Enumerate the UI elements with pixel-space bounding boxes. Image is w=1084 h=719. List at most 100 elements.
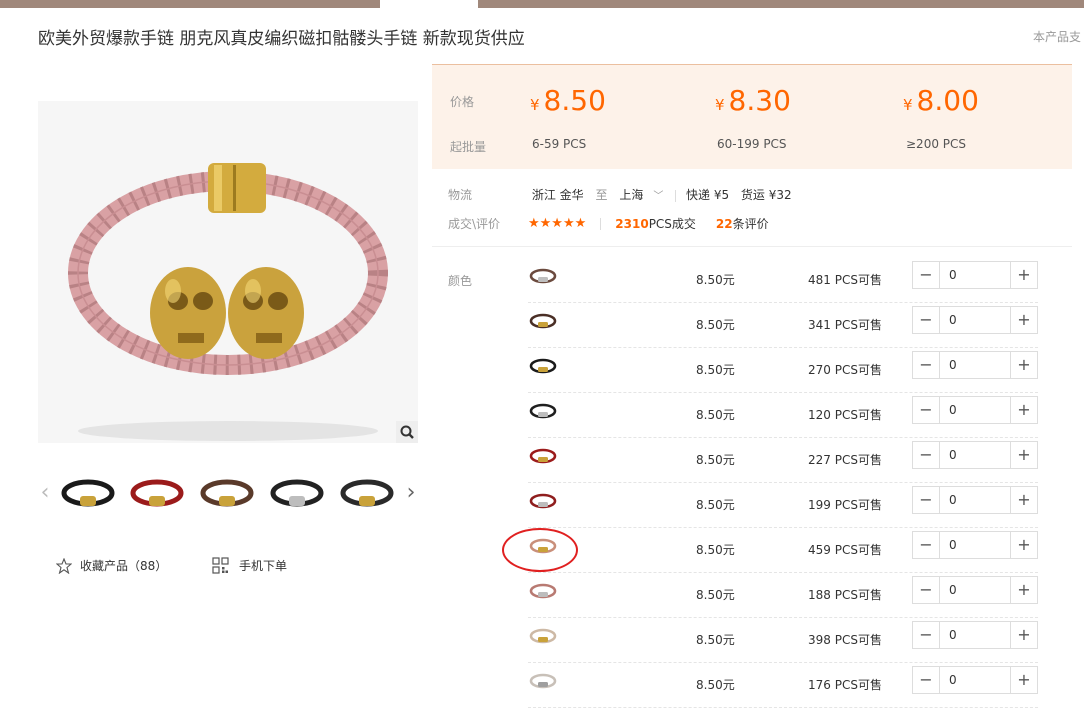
variant-row: 8.50元 481 PCS可售 −0 +	[528, 257, 1038, 303]
quantity-stepper: −0 +	[912, 576, 1038, 604]
quantity-input[interactable]: 0	[949, 673, 957, 687]
thumbnail-2[interactable]	[127, 463, 187, 523]
quantity-stepper: −0 +	[912, 531, 1038, 559]
mobile-order-label: 手机下单	[239, 559, 288, 573]
variant-row: 8.50元 341 PCS可售 −0 +	[528, 302, 1038, 348]
variant-price: 8.50元	[696, 543, 735, 557]
favorite-product-button[interactable]: 收藏产品（88）	[56, 557, 167, 574]
variant-swatch-icon[interactable]	[528, 670, 558, 692]
decrease-button[interactable]: −	[913, 667, 940, 693]
star-outline-icon	[56, 557, 72, 574]
quantity-stepper: −0 +	[912, 486, 1038, 514]
increase-button[interactable]: +	[1010, 307, 1037, 333]
variant-price: 8.50元	[696, 588, 735, 602]
decrease-button[interactable]: −	[913, 397, 940, 423]
ship-from: 浙江 金华	[531, 188, 584, 202]
top-nav-bar	[0, 0, 1084, 8]
review-count[interactable]: 22	[716, 217, 733, 231]
quantity-input[interactable]: 0	[949, 583, 957, 597]
tier-2-quantity: 60-199 PCS	[717, 137, 787, 151]
quantity-stepper: −0 +	[912, 666, 1038, 694]
variant-price: 8.50元	[696, 678, 735, 692]
currency-symbol: ¥	[715, 96, 725, 114]
thumbnail-strip: ‹ ›	[38, 463, 418, 523]
quantity-input[interactable]: 0	[949, 493, 957, 507]
variant-swatch-icon[interactable]	[528, 445, 558, 467]
zoom-button[interactable]	[396, 421, 418, 443]
decrease-button[interactable]: −	[913, 622, 940, 648]
increase-button[interactable]: +	[1010, 262, 1037, 288]
quantity-input[interactable]: 0	[949, 628, 957, 642]
tier-1-quantity: 6-59 PCS	[532, 137, 587, 151]
increase-button[interactable]: +	[1010, 352, 1037, 378]
variant-swatch-icon[interactable]	[528, 535, 558, 557]
divider	[600, 217, 602, 230]
quantity-input[interactable]: 0	[949, 358, 957, 372]
currency-symbol: ¥	[903, 96, 913, 114]
thumbnail-4[interactable]	[267, 463, 327, 523]
variant-stock: 341 PCS可售	[808, 318, 882, 332]
variant-price: 8.50元	[696, 408, 735, 422]
increase-button[interactable]: +	[1010, 577, 1037, 603]
increase-button[interactable]: +	[1010, 532, 1037, 558]
decrease-button[interactable]: −	[913, 307, 940, 333]
thumbnail-next-arrow-icon[interactable]: ›	[404, 478, 418, 508]
main-product-image[interactable]	[38, 101, 418, 443]
logistics-row: 物流 浙江 金华 至 上海 ﹀ 快递 ¥5 货运 ¥32	[448, 186, 792, 203]
variant-swatch-icon[interactable]	[528, 400, 558, 422]
variant-swatch-icon[interactable]	[528, 625, 558, 647]
variant-price: 8.50元	[696, 498, 735, 512]
quantity-input[interactable]: 0	[949, 448, 957, 462]
thumbnail-5[interactable]	[337, 463, 397, 523]
increase-button[interactable]: +	[1010, 397, 1037, 423]
decrease-button[interactable]: −	[913, 577, 940, 603]
increase-button[interactable]: +	[1010, 667, 1037, 693]
tier-2-price-value: 8.30	[728, 84, 791, 117]
variant-stock: 227 PCS可售	[808, 453, 882, 467]
increase-button[interactable]: +	[1010, 442, 1037, 468]
variant-stock: 120 PCS可售	[808, 408, 882, 422]
quantity-input[interactable]: 0	[949, 268, 957, 282]
variant-row: 8.50元 398 PCS可售 −0 +	[528, 617, 1038, 663]
variant-stock: 398 PCS可售	[808, 633, 882, 647]
decrease-button[interactable]: −	[913, 532, 940, 558]
decrease-button[interactable]: −	[913, 487, 940, 513]
variant-swatch-icon[interactable]	[528, 310, 558, 332]
tier-2-price: ¥8.30	[715, 84, 791, 117]
decrease-button[interactable]: −	[913, 352, 940, 378]
quantity-input[interactable]: 0	[949, 538, 957, 552]
variant-swatch-icon[interactable]	[528, 580, 558, 602]
tier-3-price: ¥8.00	[903, 84, 979, 117]
thumbnail-1[interactable]	[58, 463, 118, 523]
quantity-stepper: −0 +	[912, 396, 1038, 424]
support-text: 本产品支	[1033, 30, 1082, 44]
ship-to-selector[interactable]: 上海 ﹀	[619, 188, 663, 202]
thumbnail-prev-arrow-icon[interactable]: ‹	[38, 478, 52, 508]
variant-row: 8.50元 270 PCS可售 −0 +	[528, 347, 1038, 393]
variant-stock: 270 PCS可售	[808, 363, 882, 377]
thumbnail-3[interactable]	[197, 463, 257, 523]
review-suffix[interactable]: 条评价	[733, 215, 769, 232]
variant-price: 8.50元	[696, 363, 735, 377]
variant-price: 8.50元	[696, 453, 735, 467]
quantity-input[interactable]: 0	[949, 403, 957, 417]
sold-suffix: PCS成交	[648, 217, 696, 231]
variant-row: 8.50元 188 PCS可售 −0 +	[528, 572, 1038, 618]
mobile-order-button[interactable]: 手机下单	[212, 557, 287, 574]
express-fee: 快递 ¥5	[686, 188, 730, 202]
decrease-button[interactable]: −	[913, 262, 940, 288]
quantity-stepper: −0 +	[912, 351, 1038, 379]
variant-swatch-icon[interactable]	[528, 265, 558, 287]
increase-button[interactable]: +	[1010, 622, 1037, 648]
decrease-button[interactable]: −	[913, 442, 940, 468]
variant-stock: 176 PCS可售	[808, 678, 882, 692]
variant-swatch-icon[interactable]	[528, 490, 558, 512]
quantity-stepper: −0 +	[912, 621, 1038, 649]
variant-swatch-icon[interactable]	[528, 355, 558, 377]
increase-button[interactable]: +	[1010, 487, 1037, 513]
active-nav-tab[interactable]	[380, 0, 478, 8]
tier-1-price: ¥8.50	[530, 84, 606, 117]
review-label: 成交\评价	[448, 217, 501, 231]
currency-symbol: ¥	[530, 96, 540, 114]
quantity-input[interactable]: 0	[949, 313, 957, 327]
